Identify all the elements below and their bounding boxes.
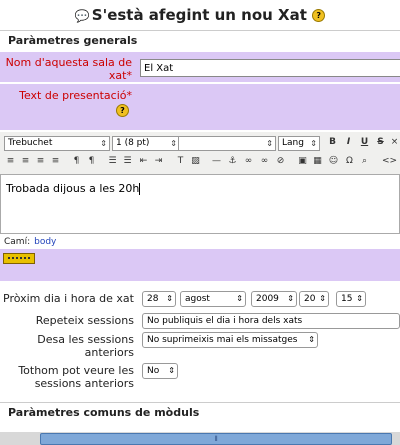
unlink-icon[interactable]: ∞ xyxy=(258,155,271,168)
intro-label: Text de presentació* xyxy=(19,89,132,102)
html-source-icon[interactable]: <> xyxy=(382,155,397,168)
save-sessions-select[interactable]: No suprimeixis mai els missatges ⇕ xyxy=(142,332,318,348)
chat-name-input[interactable] xyxy=(140,59,400,77)
name-label: Nom d'aquesta sala de xat* xyxy=(5,56,132,82)
horizontal-scrollbar[interactable]: ⦀ xyxy=(0,432,400,445)
editor-path: Camí: body xyxy=(0,237,400,247)
repeat-value: No publiquis el dia i hora dels xats xyxy=(147,316,303,326)
hour-value: 20 xyxy=(304,294,316,304)
style-select[interactable]: ⇕ xyxy=(178,136,276,151)
subscript-button[interactable]: × xyxy=(388,136,400,149)
ltr-icon[interactable]: ¶ xyxy=(70,155,83,168)
minute-select[interactable]: 15 ⇕ xyxy=(336,291,366,307)
day-select[interactable]: 28 ⇕ xyxy=(142,291,176,307)
year-value: 2009 xyxy=(256,294,279,304)
page-title: 💬 S'està afegint un nou Xat ? xyxy=(0,6,400,24)
bold-button[interactable]: B xyxy=(326,136,339,149)
bg-color-icon[interactable]: ▨ xyxy=(189,155,202,168)
everyone-view-select[interactable]: No ⇕ xyxy=(142,363,178,379)
scrollbar-thumb[interactable]: ⦀ xyxy=(40,433,392,445)
size-select-value: 1 (8 pt) xyxy=(116,138,150,148)
indent-icon[interactable]: ⇥ xyxy=(152,155,165,168)
search-replace-icon[interactable]: ⌕ xyxy=(358,155,371,168)
general-heading: Paràmetres generals xyxy=(8,34,138,47)
text-color-icon[interactable]: T xyxy=(174,155,187,168)
text-caret xyxy=(139,183,141,195)
path-label: Camí: xyxy=(4,237,31,247)
chat-bubble-icon: 💬 xyxy=(74,9,90,23)
month-select[interactable]: agost ⇕ xyxy=(180,291,246,307)
font-select-value: Trebuchet xyxy=(8,138,53,148)
horizontal-rule-icon[interactable]: — xyxy=(210,155,223,168)
justify-icon[interactable]: ≡ xyxy=(49,155,62,168)
italic-button[interactable]: I xyxy=(342,136,355,149)
lang-select-value: Lang xyxy=(282,138,304,148)
ordered-list-icon[interactable]: ☰ xyxy=(106,155,119,168)
smiley-icon[interactable]: ☺ xyxy=(327,155,340,168)
font-select[interactable]: Trebuchet ⇕ xyxy=(4,136,110,151)
path-body-link[interactable]: body xyxy=(34,237,56,247)
underline-button[interactable]: U xyxy=(358,136,371,149)
save-sessions-label: Desa les sessions anteriors xyxy=(37,333,134,359)
align-center-icon[interactable]: ≡ xyxy=(19,155,32,168)
unordered-list-icon[interactable]: ☰ xyxy=(121,155,134,168)
editor-content: Trobada dijous a les 20h xyxy=(6,182,140,195)
nolink-icon[interactable]: ⊘ xyxy=(274,155,287,168)
general-section: Paràmetres generals xyxy=(0,30,400,49)
help-icon[interactable]: ? xyxy=(312,9,326,22)
size-select[interactable]: 1 (8 pt) ⇕ xyxy=(112,136,180,151)
lang-select[interactable]: Lang ⇕ xyxy=(278,136,320,151)
modules-section: Paràmetres comuns de mòduls xyxy=(0,402,400,421)
modules-heading: Paràmetres comuns de mòduls xyxy=(8,406,200,419)
help-icon[interactable]: ? xyxy=(116,104,129,117)
everyone-view-value: No xyxy=(147,366,160,376)
intro-editor[interactable]: Trobada dijous a les 20h xyxy=(0,174,400,234)
repeat-select[interactable]: No publiquis el dia i hora dels xats xyxy=(142,313,400,329)
editor-toolbar: Trebuchet ⇕ 1 (8 pt) ⇕ ⇕ Lang ⇕ B I U S × ≡… xyxy=(0,132,400,174)
next-chat-label: Pròxim dia i hora de xat xyxy=(3,292,134,305)
align-right-icon[interactable]: ≡ xyxy=(34,155,47,168)
link-icon[interactable]: ∞ xyxy=(242,155,255,168)
image-icon[interactable]: ▣ xyxy=(296,155,309,168)
repeat-label: Repeteix sessions xyxy=(35,314,134,327)
table-icon[interactable]: ▦ xyxy=(311,155,324,168)
everyone-view-label: Tothom pot veure les sessions anteriors xyxy=(18,364,134,390)
save-sessions-value: No suprimeixis mai els missatges xyxy=(147,335,298,345)
strike-button[interactable]: S xyxy=(374,136,387,149)
editor-footer-row xyxy=(0,249,400,281)
day-value: 28 xyxy=(147,294,159,304)
page-title-text: S'està afegint un nou Xat xyxy=(91,6,307,24)
anchor-icon[interactable]: ⚓ xyxy=(226,155,239,168)
resize-handle-button[interactable] xyxy=(3,253,35,264)
month-value: agost xyxy=(185,294,210,304)
outdent-icon[interactable]: ⇤ xyxy=(137,155,150,168)
special-char-icon[interactable]: Ω xyxy=(343,155,356,168)
rtl-icon[interactable]: ¶ xyxy=(85,155,98,168)
minute-value: 15 xyxy=(341,294,353,304)
align-left-icon[interactable]: ≡ xyxy=(4,155,17,168)
hour-select[interactable]: 20 ⇕ xyxy=(299,291,329,307)
year-select[interactable]: 2009 ⇕ xyxy=(251,291,297,307)
